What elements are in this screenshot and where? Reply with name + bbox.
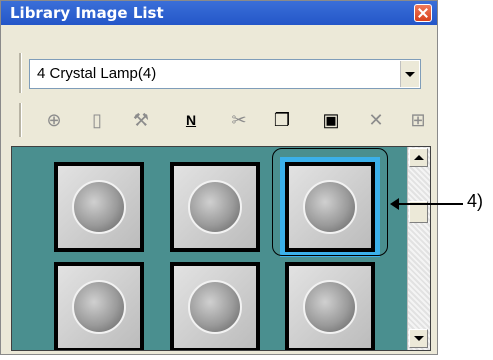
toolbar-grip-handle[interactable] [19,103,22,137]
scroll-up-button[interactable] [409,148,428,167]
crystal-lamp-image [58,266,140,348]
tools-icon[interactable]: ⚒ [129,108,153,132]
window-title: Library Image List [10,4,164,22]
callout-line [395,203,463,205]
cut-icon[interactable]: ✂ [227,108,251,132]
new-file-icon[interactable]: ▯ [85,108,109,132]
image-thumbnail[interactable] [54,262,144,350]
callout-label: 4) [467,191,484,211]
delete-icon[interactable]: ✕ [364,108,388,132]
scroll-down-button[interactable] [409,329,428,348]
combo-grip-handle[interactable] [19,53,22,93]
new-folder-icon[interactable]: ⊕ [42,108,66,132]
crystal-lamp-image [174,166,256,248]
close-button[interactable] [414,4,432,22]
library-combo-value: 4 Crystal Lamp(4) [37,65,157,82]
image-thumbnail[interactable] [170,162,260,252]
crystal-lamp-image [58,166,140,248]
n-badge-icon[interactable]: N [179,108,203,132]
library-combo[interactable]: 4 Crystal Lamp(4) [29,59,421,89]
paste-icon[interactable]: ▣ [319,108,343,132]
image-thumbnail[interactable] [54,162,144,252]
crystal-lamp-image [174,266,256,348]
callout-frame [272,148,388,256]
image-thumbnail[interactable] [170,262,260,350]
title-bar[interactable]: Library Image List [1,1,437,25]
image-thumbnail[interactable] [285,262,375,350]
properties-icon[interactable]: ⊞ [406,108,430,132]
vertical-scrollbar[interactable] [407,147,430,350]
combo-dropdown-button[interactable] [400,61,419,87]
crystal-lamp-image [289,266,371,348]
copy-icon[interactable]: ❐ [270,108,294,132]
toolbar: ⊕ ▯ ⚒ N ✂ ❐ ▣ ✕ ⊞ [29,108,434,140]
